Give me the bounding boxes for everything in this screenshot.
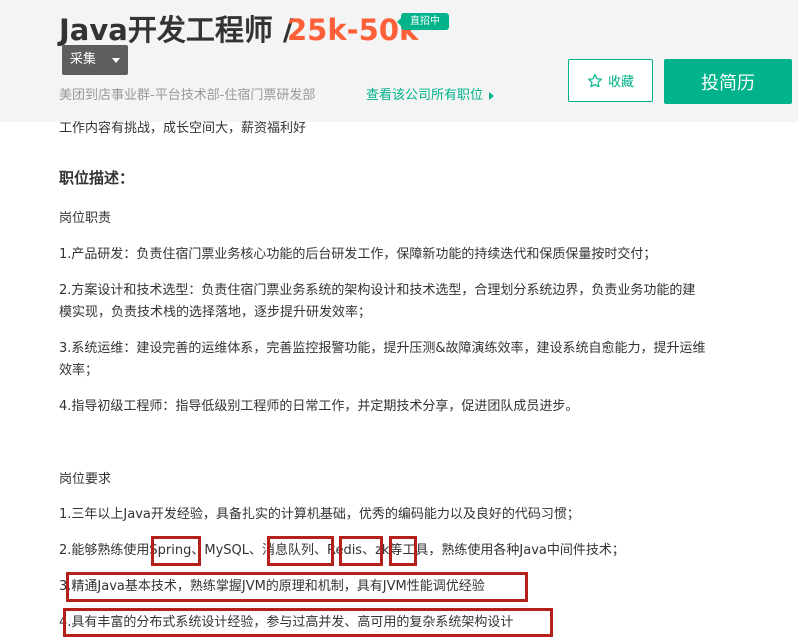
job-title: Java开发工程师 / (59, 13, 294, 47)
duty-line: 3.系统运维：建设完善的运维体系，完善监控报警功能，提升压测&故障演练效率，建设… (59, 341, 706, 356)
job-advantage: 工作内容有挑战，成长空间大，薪资福利好 (59, 121, 307, 136)
view-all-jobs-link[interactable]: 查看该公司所有职位 (366, 84, 495, 103)
job-salary: 25k-50k (287, 13, 419, 47)
highlight-box-mq (267, 536, 334, 566)
view-all-jobs-label: 查看该公司所有职位 (366, 88, 484, 103)
duty-line: 4.指导初级工程师：指导低级别工程师的日常工作，并定期技术分享，促进团队成员进步… (59, 399, 579, 414)
favorite-button[interactable]: 收藏 (568, 59, 653, 102)
caret-right-icon (489, 91, 495, 100)
star-icon (588, 73, 602, 87)
highlight-box-zk (389, 536, 417, 566)
highlight-box-spring (151, 536, 201, 566)
caret-down-icon (112, 58, 120, 63)
highlight-box-jvm (66, 572, 528, 602)
requirements-heading: 岗位要求 (59, 472, 112, 487)
collect-dropdown-label: 采集 (70, 52, 97, 67)
job-header: Java开发工程师 / 25k-50k 直招中 采集 美团到店事业群-平台技术部… (0, 0, 798, 122)
duty-line: 2.方案设计和技术选型：负责住宿门票业务系统的架构设计和技术选型，合理划分系统边… (59, 283, 696, 298)
direct-hiring-badge: 直招中 (397, 13, 449, 30)
highlight-box-distributed (63, 608, 553, 637)
duties-heading: 岗位职责 (59, 211, 112, 226)
collect-dropdown[interactable]: 采集 (62, 45, 128, 75)
duty-line: 1.产品研发：负责住宿门票业务核心功能的后台研发工作，保障新功能的持续迭代和保质… (59, 247, 657, 262)
apply-resume-button[interactable]: 投简历 (664, 59, 792, 104)
requirement-line: 1.三年以上Java开发经验，具备扎实的计算机基础，优秀的编码能力以及良好的代码… (59, 507, 580, 522)
favorite-label: 收藏 (607, 75, 634, 90)
duty-line: 效率； (59, 363, 99, 378)
section-title: 职位描述： (59, 169, 135, 187)
company-department: 美团到店事业群-平台技术部-住宿门票研发部 (59, 88, 316, 103)
highlight-box-redis (339, 536, 383, 566)
duty-line: 模实现，负责技术栈的选择落地，逐步提升研发效率； (59, 305, 372, 320)
